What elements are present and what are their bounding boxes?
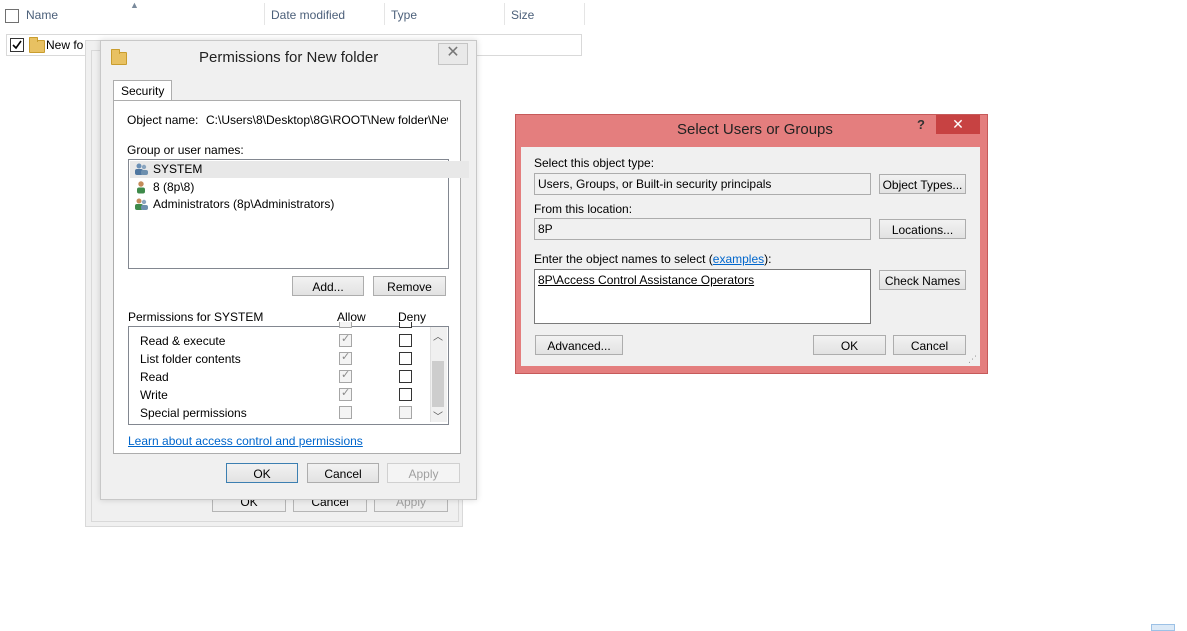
deny-checkbox-partial — [399, 322, 412, 328]
list-item[interactable]: 8 (8p\8) — [130, 179, 469, 196]
column-header-size[interactable]: Size — [511, 8, 534, 22]
allow-checkbox — [339, 332, 352, 347]
location-field: 8P — [534, 218, 871, 240]
user-icon — [137, 181, 145, 194]
select-all-checkbox[interactable] — [5, 9, 19, 23]
remove-button[interactable]: Remove — [373, 276, 446, 296]
tab-security[interactable]: Security — [113, 80, 173, 101]
column-divider[interactable] — [584, 3, 585, 25]
add-button[interactable]: Add... — [292, 276, 364, 296]
column-divider[interactable] — [264, 3, 265, 25]
examples-link[interactable]: examples — [713, 252, 764, 266]
enter-names-text: Enter the object names to select ( — [534, 252, 713, 266]
deny-checkbox[interactable] — [399, 352, 412, 365]
checkmark-icon — [12, 40, 22, 50]
permission-name: Read & execute — [140, 334, 226, 348]
folder-icon — [29, 37, 45, 53]
check-names-button[interactable]: Check Names — [879, 270, 966, 290]
list-item[interactable]: SYSTEM — [130, 161, 469, 178]
column-divider[interactable] — [504, 3, 505, 25]
apply-button: Apply — [387, 463, 460, 483]
advanced-button[interactable]: Advanced... — [535, 335, 623, 355]
object-name-value: C:\Users\8\Desktop\8G\ROOT\New folder\Ne… — [206, 113, 448, 127]
object-type-label: Select this object type: — [534, 156, 655, 170]
column-header-type[interactable]: Type — [391, 8, 417, 22]
location-label: From this location: — [534, 202, 633, 216]
allow-checkbox-partial — [339, 322, 352, 328]
object-types-button[interactable]: Object Types... — [879, 174, 966, 194]
scrollbar-thumb[interactable] — [432, 361, 444, 407]
deny-checkbox[interactable] — [399, 334, 412, 347]
object-names-input[interactable]: 8P\Access Control Assistance Operators — [534, 269, 871, 324]
show-desktop-icon[interactable] — [1151, 624, 1175, 631]
allow-checkbox — [339, 368, 352, 383]
object-name-label: Object name: — [127, 113, 199, 127]
deny-checkbox — [399, 406, 412, 419]
row-checkbox[interactable] — [10, 38, 24, 52]
object-type-field: Users, Groups, or Built-in security prin… — [534, 173, 871, 195]
allow-checkbox — [339, 350, 352, 365]
users-group-icon — [135, 198, 148, 210]
help-button[interactable]: ? — [917, 117, 925, 132]
permission-name: Special permissions — [140, 406, 247, 420]
scroll-up-icon[interactable]: ︿ — [433, 328, 443, 343]
deny-checkbox[interactable] — [399, 370, 412, 383]
dialog-title: Permissions for New folder — [199, 49, 379, 66]
list-item[interactable]: Administrators (8p\Administrators) — [130, 196, 469, 213]
group-user-list[interactable]: SYSTEM 8 (8p\8) Administrators (8p\Admin… — [128, 159, 469, 269]
locations-button[interactable]: Locations... — [879, 219, 966, 239]
deny-checkbox[interactable] — [399, 388, 412, 401]
file-name[interactable]: New fo — [46, 38, 83, 52]
close-button[interactable]: ✕ — [438, 43, 468, 65]
folder-icon — [111, 49, 127, 65]
user-name: Administrators (8p\Administrators) — [153, 197, 335, 211]
object-names-value: 8P\Access Control Assistance Operators — [538, 273, 755, 287]
sort-ascending-icon: ▲ — [130, 0, 139, 10]
column-header-date-modified[interactable]: Date modified — [271, 8, 345, 22]
ok-button[interactable]: OK — [226, 463, 298, 483]
resize-grip-icon[interactable]: ⋰ — [968, 354, 977, 365]
ok-button[interactable]: OK — [813, 335, 886, 355]
permission-name: Read — [140, 370, 169, 384]
permissions-for-label: Permissions for SYSTEM — [128, 310, 264, 324]
learn-access-control-link[interactable]: Learn about access control and permissio… — [128, 434, 363, 448]
cancel-button[interactable]: Cancel — [307, 463, 379, 483]
allow-checkbox — [339, 406, 352, 419]
permission-name: Write — [140, 388, 168, 402]
enter-names-label: Enter the object names to select (exampl… — [534, 252, 771, 266]
allow-checkbox — [339, 386, 352, 401]
users-group-icon — [135, 163, 148, 175]
user-name: SYSTEM — [153, 162, 203, 176]
group-names-label: Group or user names: — [127, 143, 244, 157]
column-divider[interactable] — [384, 3, 385, 25]
cancel-button[interactable]: Cancel — [893, 335, 966, 355]
dialog-title: Select Users or Groups — [677, 121, 833, 138]
enter-names-text-end: ): — [764, 252, 772, 266]
user-name: 8 (8p\8) — [153, 180, 195, 194]
close-button[interactable]: ✕ — [936, 115, 980, 134]
scroll-down-icon[interactable]: ﹀ — [433, 408, 443, 423]
permission-name: List folder contents — [140, 352, 241, 366]
column-header-name[interactable]: Name — [26, 8, 58, 22]
